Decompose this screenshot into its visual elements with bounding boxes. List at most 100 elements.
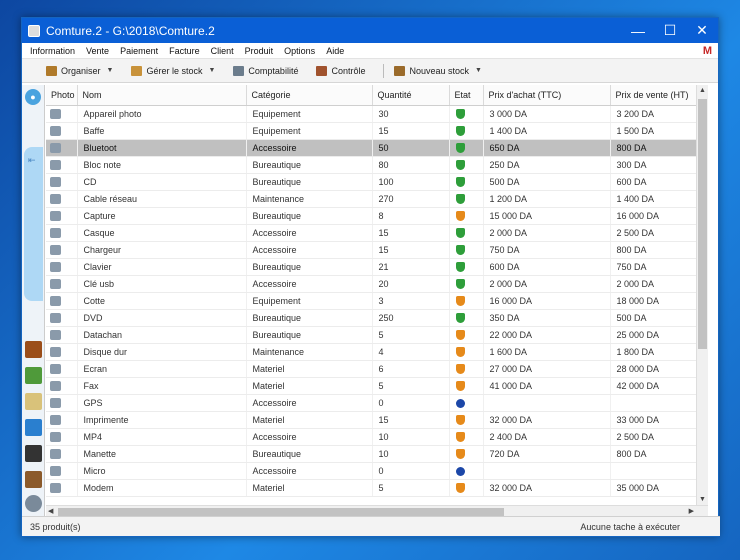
table-row[interactable]: GPS Accessoire 0 [46,394,708,412]
status-cell [449,173,484,191]
vertical-scrollbar[interactable]: ▲ ▼ [696,85,708,505]
column-header-photo[interactable]: Photo [46,85,78,106]
name-cell: Clé usb [77,275,247,293]
column-header-categorie[interactable]: Catégorie [246,85,373,106]
table-row[interactable]: MP4 Accessoire 10 2 400 DA 2 500 DA [46,428,708,446]
shield-icon [455,312,465,323]
photo-cell [46,411,78,429]
basket-icon[interactable] [25,367,42,384]
notebook-icon[interactable] [25,419,42,436]
table-row[interactable]: Disque dur Maintenance 4 1 600 DA 1 800 DA [46,343,708,361]
product-photo-icon [50,363,61,374]
product-photo-icon [50,312,61,323]
scroll-thumb[interactable] [698,99,707,349]
scroll-up-icon[interactable]: ▲ [699,87,706,94]
purchase-price-cell: 720 DA [483,445,611,463]
status-cell [449,156,484,174]
category-cell: Accessoire [246,462,373,480]
purchase-price-cell: 750 DA [483,241,611,259]
table-row[interactable]: Casque Accessoire 15 2 000 DA 2 500 DA [46,224,708,242]
nouveau-stock-button[interactable]: Nouveau stock ▼ [394,65,482,76]
table-row[interactable]: Chargeur Accessoire 15 750 DA 800 DA [46,241,708,259]
purchase-price-cell: 22 000 DA [483,326,611,344]
table-row[interactable]: Cotte Equipement 3 16 000 DA 18 000 DA [46,292,708,310]
maximize-button[interactable]: ☐ [654,22,686,39]
table-row[interactable]: Clé usb Accessoire 20 2 000 DA 2 000 DA [46,275,708,293]
calculator-icon [233,65,245,76]
products-grid: Photo Nom Catégorie Quantité Etat Prix d… [46,85,708,505]
gmail-icon[interactable]: M [703,45,712,57]
document-icon[interactable] [25,393,42,410]
book-icon[interactable] [25,341,42,358]
purchase-price-cell: 650 DA [483,139,611,157]
title-bar[interactable]: Comture.2 - G:\2018\Comture.2 — ☐ ✕ [22,18,718,43]
table-row[interactable]: Bluetoot Accessoire 50 650 DA 800 DA [46,139,708,157]
name-cell: Modem [77,479,247,497]
product-photo-icon [50,176,61,187]
column-header-prix-vente[interactable]: Prix de vente (HT) [610,85,708,106]
close-button[interactable]: ✕ [686,22,718,39]
column-header-prix-achat[interactable]: Prix d'achat (TTC) [483,85,611,106]
status-cell [449,292,484,310]
scroll-thumb[interactable] [58,508,504,516]
purchase-price-cell [483,462,611,480]
photo-cell [46,343,78,361]
menu-vente[interactable]: Vente [86,46,109,56]
collapse-panel[interactable] [24,147,43,301]
menu-information[interactable]: Information [30,46,75,56]
quantity-cell: 6 [372,360,450,378]
arrow-left-icon[interactable]: ⇤ [28,155,36,166]
help-icon[interactable]: ● [25,89,41,105]
table-row[interactable]: Clavier Bureautique 21 600 DA 750 DA [46,258,708,276]
table-row[interactable]: Fax Materiel 5 41 000 DA 42 000 DA [46,377,708,395]
gerer-stock-button[interactable]: Gérer le stock ▼ [131,65,216,76]
category-cell: Maintenance [246,190,373,208]
organiser-button[interactable]: Organiser ▼ [46,65,114,76]
menu-client[interactable]: Client [211,46,234,56]
table-row[interactable]: Cable réseau Maintenance 270 1 200 DA 1 400 … [46,190,708,208]
table-row[interactable]: CD Bureautique 100 500 DA 600 DA [46,173,708,191]
table-row[interactable]: Manette Bureautique 10 720 DA 800 DA [46,445,708,463]
box-icon[interactable] [25,471,42,488]
content-area: ● ⇤ Photo Nom Catégorie Quantité Etat Pr… [22,85,720,517]
category-cell: Maintenance [246,343,373,361]
photo-cell [46,139,78,157]
purchase-price-cell: 350 DA [483,309,611,327]
table-row[interactable]: Bloc note Bureautique 80 250 DA 300 DA [46,156,708,174]
quantity-cell: 4 [372,343,450,361]
comptabilite-button[interactable]: Comptabilité [233,65,298,76]
controle-button[interactable]: Contrôle [316,65,365,76]
scroll-left-icon[interactable]: ◀ [48,507,53,515]
minimize-button[interactable]: — [622,23,654,39]
column-header-quantite[interactable]: Quantité [372,85,450,106]
menu-aide[interactable]: Aide [326,46,344,56]
chevron-down-icon: ▼ [106,67,114,74]
column-header-etat[interactable]: Etat [449,85,484,106]
table-row[interactable]: Micro Accessoire 0 [46,462,708,480]
photo-cell [46,241,78,259]
table-row[interactable]: DVD Bureautique 250 350 DA 500 DA [46,309,708,327]
menu-facture[interactable]: Facture [169,46,200,56]
name-cell: DVD [77,309,247,327]
chevron-down-icon: ▼ [208,67,216,74]
table-row[interactable]: Datachan Bureautique 5 22 000 DA 25 000 DA [46,326,708,344]
gear-icon[interactable] [25,495,42,512]
quantity-cell: 15 [372,224,450,242]
scroll-right-icon[interactable]: ▶ [689,507,694,515]
table-row[interactable]: Ecran Materiel 6 27 000 DA 28 000 DA [46,360,708,378]
box-icon [394,65,406,76]
menu-produit[interactable]: Produit [245,46,274,56]
menu-paiement[interactable]: Paiement [120,46,158,56]
status-cell [449,105,484,123]
table-row[interactable]: Capture Bureautique 8 15 000 DA 16 000 DA [46,207,708,225]
table-row[interactable]: Baffe Equipement 15 1 400 DA 1 500 DA [46,122,708,140]
scroll-down-icon[interactable]: ▼ [699,496,706,503]
table-row[interactable]: Imprimente Materiel 15 32 000 DA 33 000 DA [46,411,708,429]
table-row[interactable]: Appareil photo Equipement 30 3 000 DA 3 200 … [46,105,708,123]
user-icon[interactable] [25,445,42,462]
menu-options[interactable]: Options [284,46,315,56]
column-header-nom[interactable]: Nom [77,85,247,106]
table-row[interactable]: Modem Materiel 5 32 000 DA 35 000 DA [46,479,708,497]
shield-icon [455,278,465,289]
sale-price-cell: 42 000 DA [610,377,708,395]
